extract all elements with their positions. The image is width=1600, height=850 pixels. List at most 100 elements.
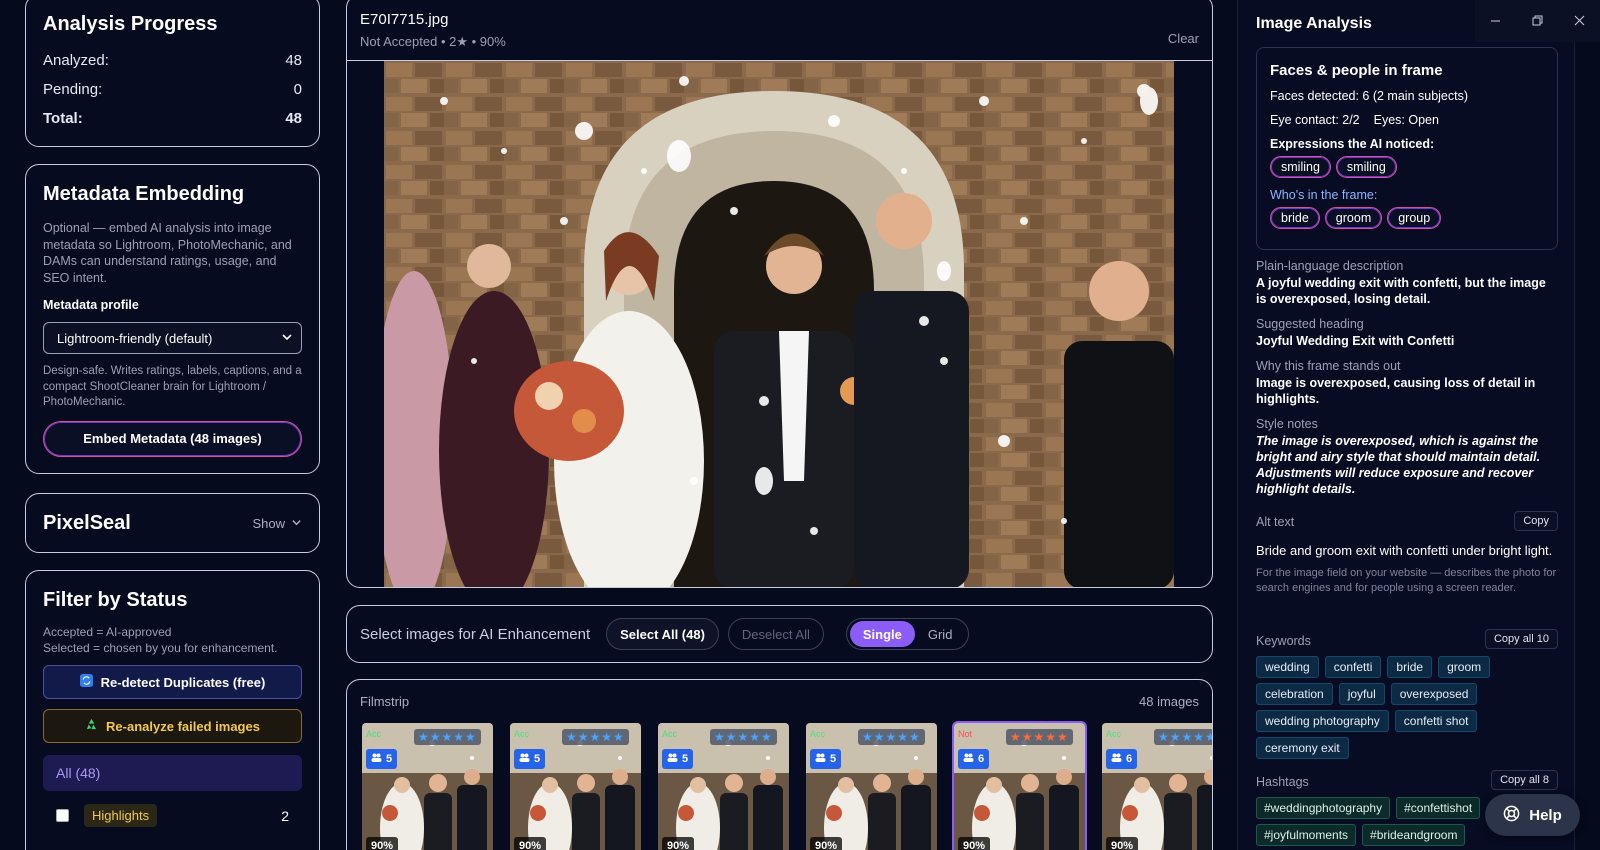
filmstrip-count: 48 images — [1139, 694, 1199, 709]
redetect-label: Re-detect Duplicates (free) — [100, 674, 266, 690]
thumb-rating: ★★★★★ — [1154, 729, 1212, 745]
keyword-chip[interactable]: overexposed — [1390, 683, 1478, 705]
analysis-progress-card: Analysis Progress Analyzed: 48 Pending: … — [25, 0, 320, 147]
thumb-status: Acc — [514, 729, 530, 739]
eyes-status: Eyes: Open — [1373, 113, 1439, 127]
keyword-chip[interactable]: confetti shot — [1394, 710, 1478, 732]
recycle-icon — [85, 718, 98, 734]
filmstrip-thumb[interactable]: Acc ★★★★★ 5 90% — [656, 721, 791, 850]
filmstrip-thumb[interactable]: Not ★★★★★ 6 90% — [952, 721, 1087, 850]
thumb-faces-count: 5 — [386, 753, 393, 765]
thumb-faces-badge: 5 — [662, 749, 694, 769]
highlights-checkbox[interactable] — [56, 809, 69, 822]
alt-text-section: Alt text Copy Bride and groom exit with … — [1256, 511, 1558, 596]
plain-description-section: Plain-language description A joyful wedd… — [1256, 259, 1558, 307]
who-chip: bride — [1270, 207, 1320, 229]
minimize-icon[interactable] — [1490, 14, 1501, 29]
why-label: Why this frame stands out — [1256, 359, 1401, 373]
embed-metadata-button[interactable]: Embed Metadata (48 images) — [43, 420, 302, 457]
thumb-score: 90% — [1106, 837, 1139, 850]
filmstrip-thumbnails: Acc ★★★★★ 5 90% Acc ★★★★★ 5 90% Acc ★★★★★ 5 90% Acc ★… — [360, 721, 1212, 850]
redetect-duplicates-button[interactable]: Re-detect Duplicates (free) — [43, 665, 302, 699]
heading-label: Suggested heading — [1256, 317, 1364, 331]
hashtags-copy-button[interactable]: Copy all 8 — [1491, 770, 1558, 790]
style-value: The image is overexposed, which is again… — [1256, 434, 1541, 496]
thumb-status: Acc — [1106, 729, 1122, 739]
who-label: Who's in the frame: — [1270, 188, 1378, 202]
pending-row: Pending: 0 — [43, 81, 302, 98]
filter-all[interactable]: All (48) — [43, 755, 302, 791]
thumb-faces-badge: 5 — [810, 749, 842, 769]
single-view-button[interactable]: Single — [849, 621, 915, 647]
thumb-faces-badge: 5 — [366, 749, 398, 769]
reanalyze-failed-button[interactable]: Re-analyze failed images — [43, 709, 302, 743]
grid-view-button[interactable]: Grid — [915, 627, 966, 642]
hashtag-chip[interactable]: #weddingphotography — [1256, 797, 1391, 819]
metadata-profile-value: Lightroom-friendly (default) — [57, 330, 213, 346]
thumb-score: 90% — [662, 837, 695, 850]
clear-button[interactable]: Clear — [1168, 31, 1199, 46]
metadata-profile-select[interactable]: Lightroom-friendly (default) — [43, 322, 302, 354]
keyword-chip[interactable]: bride — [1387, 656, 1433, 678]
restore-icon[interactable] — [1532, 14, 1543, 29]
total-value: 48 — [285, 110, 302, 127]
filmstrip-thumb[interactable]: Acc ★★★★★ 5 90% — [804, 721, 939, 850]
thumb-rating: ★★★★★ — [414, 729, 481, 745]
help-label: Help — [1529, 806, 1562, 824]
total-row: Total: 48 — [43, 110, 302, 127]
deselect-all-button[interactable]: Deselect All — [727, 618, 824, 650]
filmstrip-title: Filmstrip — [360, 694, 410, 709]
metadata-title: Metadata Embedding — [43, 183, 245, 205]
highlights-label: Highlights — [84, 804, 158, 827]
thumb-status: Acc — [810, 729, 826, 739]
hashtag-chip[interactable]: #confettishot — [1396, 797, 1481, 819]
selection-label: Select images for AI Enhancement — [360, 625, 591, 643]
people-icon — [519, 753, 530, 765]
close-icon[interactable] — [1574, 14, 1585, 29]
keywords-copy-button[interactable]: Copy all 10 — [1484, 629, 1558, 649]
thumb-status: Acc — [366, 729, 382, 739]
alt-copy-button[interactable]: Copy — [1514, 511, 1558, 531]
help-button[interactable]: Help — [1485, 794, 1580, 836]
wedding-photo-illustration — [384, 61, 1174, 587]
window-controls — [1475, 0, 1600, 42]
filter-highlights-row[interactable]: Highlights 2 — [43, 804, 302, 827]
keyword-chip[interactable]: groom — [1438, 656, 1491, 678]
pending-label: Pending: — [43, 81, 103, 98]
thumb-faces-count: 6 — [1126, 753, 1133, 765]
plain-label: Plain-language description — [1256, 259, 1404, 273]
filmstrip-thumb[interactable]: Acc ★★★★★ 5 90% — [360, 721, 495, 850]
filter-by-status-card: Filter by Status Accepted = AI-approved … — [25, 570, 320, 850]
keyword-chip[interactable]: joyful — [1338, 683, 1385, 705]
filmstrip-thumb[interactable]: Acc ★★★★★ 6 90% — [1100, 721, 1212, 850]
keyword-chip[interactable]: ceremony exit — [1256, 737, 1349, 759]
filter-description: Accepted = AI-approved Selected = chosen… — [43, 624, 302, 656]
eye-contact-row: Eye contact: 2/2 Eyes: Open — [1270, 113, 1544, 127]
metadata-embedding-card: Metadata Embedding Optional — embed AI a… — [25, 164, 320, 474]
pixelseal-show-label: Show — [252, 515, 285, 531]
filmstrip-thumb[interactable]: Acc ★★★★★ 5 90% — [508, 721, 643, 850]
alt-value: Bride and groom exit with confetti under… — [1256, 543, 1553, 558]
keyword-chip[interactable]: wedding photography — [1256, 710, 1389, 732]
analyzed-label: Analyzed: — [43, 52, 109, 69]
thumb-faces-badge: 6 — [958, 749, 990, 769]
thumb-faces-count: 6 — [978, 753, 985, 765]
pixelseal-show-toggle[interactable]: Show — [252, 516, 302, 531]
who-chip: groom — [1324, 207, 1383, 229]
who-chips: bride groom group — [1270, 207, 1544, 229]
progress-title: Analysis Progress — [43, 13, 218, 35]
alt-note: For the image field on your website — de… — [1256, 567, 1557, 594]
hashtag-chip[interactable]: #joyfulmoments — [1256, 824, 1357, 846]
select-all-button[interactable]: Select All (48) — [606, 618, 719, 650]
keyword-chip[interactable]: confetti — [1324, 656, 1382, 678]
hashtag-chip[interactable]: #brideandgroom — [1362, 824, 1466, 846]
style-label: Style notes — [1256, 417, 1318, 431]
thumb-score: 90% — [810, 837, 843, 850]
total-label: Total: — [43, 110, 83, 127]
main-photo[interactable] — [384, 61, 1174, 587]
keyword-chip[interactable]: wedding — [1256, 656, 1319, 678]
why-value: Image is overexposed, causing loss of de… — [1256, 376, 1536, 406]
keyword-chip[interactable]: celebration — [1256, 683, 1333, 705]
view-mode-toggle: Single Grid — [845, 618, 970, 650]
filter-title: Filter by Status — [43, 589, 188, 611]
